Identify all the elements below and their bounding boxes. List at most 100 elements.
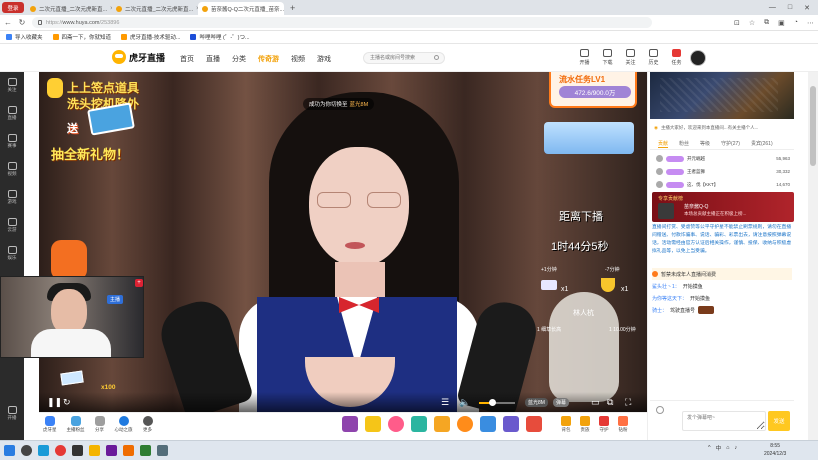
sidebar-item-match[interactable]: 赛事 — [0, 134, 24, 149]
app-icon[interactable] — [55, 445, 66, 456]
nav-home[interactable]: 首页 — [180, 54, 194, 64]
giftbar-item-share[interactable]: 分享 — [94, 416, 105, 433]
giftbar-item-noble[interactable]: 贵族 — [580, 416, 590, 433]
app-icon[interactable] — [106, 445, 117, 456]
danmaku-settings-icon[interactable]: ☰ — [441, 397, 449, 408]
gift-item[interactable] — [411, 416, 427, 432]
emoji-icon[interactable] — [656, 406, 664, 414]
gift-item[interactable] — [342, 416, 358, 432]
bookmark-item[interactable]: 导入收藏夹 — [6, 33, 43, 41]
gift-item[interactable] — [457, 416, 473, 432]
send-button[interactable]: 发送 — [768, 411, 790, 431]
app-icon[interactable] — [72, 445, 83, 456]
screenshot-icon[interactable]: ⊡ — [734, 19, 740, 27]
chat-row[interactable]: 骑士： 驾驶直播号 — [652, 304, 792, 316]
refresh-stream-icon[interactable]: ↻ — [63, 397, 71, 408]
menu-dots-icon[interactable]: ⋯ — [807, 19, 814, 27]
mini-video-preview[interactable] — [650, 72, 794, 119]
webcam-close-icon[interactable]: + — [135, 279, 143, 287]
giftbar-item-more[interactable]: 更多 — [142, 416, 153, 433]
gift-item[interactable] — [503, 416, 519, 432]
mini-event-banner[interactable] — [544, 122, 634, 154]
windows-start-icon[interactable] — [4, 445, 15, 456]
taskbar-clock[interactable]: 8:55 2024/12/3 — [764, 442, 786, 458]
web-fullscreen-icon[interactable]: ⧉ — [607, 397, 613, 408]
danmaku-toggle[interactable]: 弹幕 — [553, 398, 570, 407]
sidebar-item-live[interactable]: 直播 — [0, 106, 24, 121]
nav-video[interactable]: 视频 — [291, 54, 305, 64]
back-icon[interactable]: ← — [4, 18, 12, 27]
giftbar-item-fans[interactable]: 主播粉丝 — [67, 416, 85, 433]
tab-vip[interactable]: 贵宾(261) — [751, 140, 773, 147]
user-avatar[interactable] — [690, 50, 706, 66]
tray-chevron-icon[interactable]: ^ — [708, 445, 711, 451]
tab-contribution[interactable]: 贡献 — [658, 140, 669, 148]
flow-task-widget[interactable]: 流水任务LV1 472.6/900.0万 — [549, 72, 637, 108]
giftbar-item-heart-trip[interactable]: 心动之旅 — [115, 416, 133, 433]
sidebar-item-entertainment[interactable]: 娱乐 — [0, 246, 24, 261]
new-tab-icon[interactable]: + — [284, 3, 301, 13]
refresh-icon[interactable]: ↻ — [18, 18, 26, 27]
sidebar-item-game[interactable]: 游戏 — [0, 190, 24, 205]
gift-item[interactable] — [526, 416, 542, 432]
app-icon[interactable] — [123, 445, 134, 456]
rank-row[interactable]: 这、伐【KKT】 14,670 — [650, 178, 794, 191]
bookmark-item[interactable]: 哔哩哔哩 (゜-゜)つ... — [190, 33, 250, 41]
chat-row[interactable]: 为你等这天下： 开始摸鱼 — [652, 292, 792, 304]
gift-item[interactable] — [388, 416, 404, 432]
giftbar-item-backpack[interactable]: 背包 — [561, 416, 571, 433]
tab-fans[interactable]: 粉丝 — [679, 140, 689, 147]
giftbar-item-guard[interactable]: 守护 — [599, 416, 609, 433]
page-scrollbar[interactable] — [808, 72, 818, 440]
huya-app-icon[interactable] — [89, 445, 100, 456]
quality-button[interactable]: 蓝光8M — [525, 398, 548, 407]
sidebar-item-start-live[interactable]: 开播 — [0, 406, 24, 421]
task-view-icon[interactable] — [21, 445, 32, 456]
edge-icon[interactable] — [38, 445, 49, 456]
url-field[interactable]: https://www.huya.com/253896 — [32, 17, 652, 28]
giftbar-item-diamond-fan[interactable]: 钻粉 — [618, 416, 628, 433]
sidebar-item-follow[interactable]: 关注 — [0, 78, 24, 93]
chat-user[interactable]: 骑士： — [652, 307, 667, 314]
browser-tab[interactable]: 二次元直播_二次元虎新直... × — [26, 2, 112, 15]
guard-card[interactable]: 专享贡献榜 苗奈酱Q-Q 本场总贡献主播正在积极上榜... — [652, 192, 794, 222]
tray-ime[interactable]: 中 — [716, 444, 722, 452]
chat-input[interactable] — [682, 411, 766, 431]
app-icon[interactable] — [140, 445, 151, 456]
pause-icon[interactable]: ❚❚ — [47, 397, 62, 408]
chat-user[interactable]: 为你等这天下： — [652, 295, 687, 302]
login-button[interactable]: 登录 — [2, 2, 24, 13]
rank-row[interactable]: 王者蓝狮 30,332 — [650, 165, 794, 178]
network-icon[interactable]: ⌂ — [726, 445, 729, 451]
giftbar-item-huya-star[interactable]: 虎牙星 — [43, 416, 57, 433]
tab-guard[interactable]: 守护(27) — [721, 140, 740, 147]
nav-category[interactable]: 分类 — [232, 54, 246, 64]
tab-level[interactable]: 等级 — [700, 140, 710, 147]
video-player[interactable]: 上上签点道具 洗头挖机降外 送 抽全新礼物！ 成功为你切换至 蓝光8M 流水任务… — [39, 72, 647, 412]
browser-tab-active[interactable]: 苗奈酱Q-Q二次元直播_苗奈... × — [198, 2, 284, 15]
speaker-icon[interactable]: ♪ — [734, 445, 737, 451]
scrollbar-thumb[interactable] — [810, 86, 816, 166]
search-icon[interactable] — [434, 55, 439, 60]
app-icon[interactable] — [157, 445, 168, 456]
volume-knob[interactable] — [488, 399, 496, 406]
bookmark-item[interactable]: 虎牙直播-技术驱动... — [121, 33, 180, 41]
chat-row[interactable]: 鲨头壮丶1： 开始摸鱼 — [652, 280, 792, 292]
fullscreen-icon[interactable]: ⛶ — [625, 397, 631, 408]
header-tool-task[interactable]: 任务 — [670, 49, 683, 66]
header-tool-history[interactable]: 历史 — [647, 49, 660, 66]
nav-game[interactable]: 游戏 — [317, 54, 331, 64]
sidebar-item-cloud-game[interactable]: 云游 — [0, 218, 24, 233]
maximize-icon[interactable]: □ — [788, 4, 792, 12]
site-search-input[interactable] — [363, 52, 445, 64]
minimize-icon[interactable]: — — [769, 4, 776, 12]
webcam-overlay[interactable]: 主播 + — [0, 276, 144, 358]
gift-item[interactable] — [365, 416, 381, 432]
header-tool-follow[interactable]: 关注 — [624, 49, 637, 66]
nav-legend-game[interactable]: 传奇游 — [258, 54, 279, 64]
chat-user[interactable]: 鲨头壮丶1： — [652, 283, 680, 290]
browser-tab[interactable]: 二次元直播_二次元虎新直... × — [112, 2, 198, 15]
volume-icon[interactable]: 🔈 — [459, 397, 470, 408]
huya-logo[interactable]: 虎牙直播 — [112, 50, 165, 64]
theater-mode-icon[interactable]: ▭ — [591, 397, 600, 408]
